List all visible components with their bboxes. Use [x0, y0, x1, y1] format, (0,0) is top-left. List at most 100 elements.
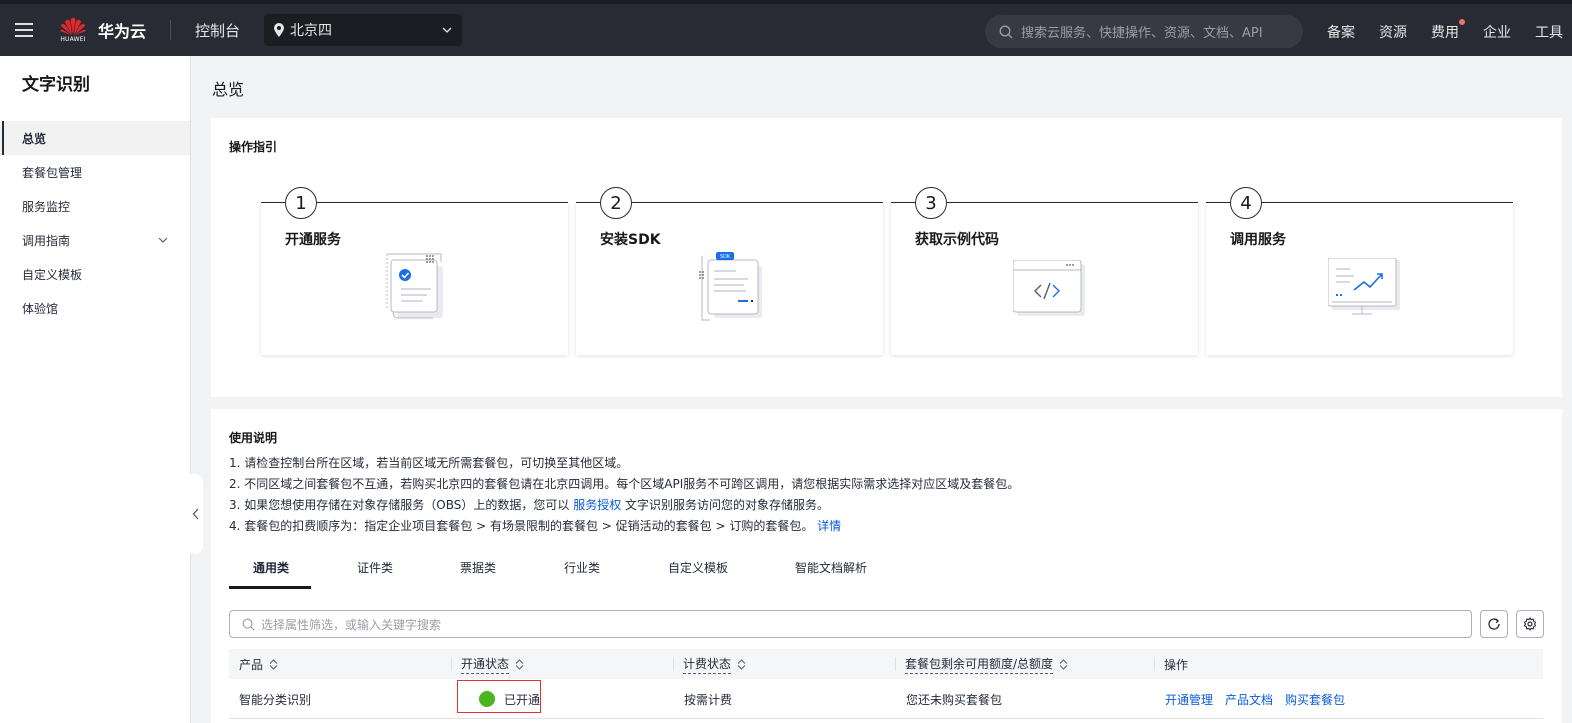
column-divider	[673, 657, 674, 671]
product-docs-link[interactable]: 产品文档	[1225, 691, 1273, 708]
step-number: 1	[285, 187, 317, 219]
location-pin-icon	[274, 23, 285, 37]
sdk-document-icon: SDK	[699, 252, 762, 321]
details-link[interactable]: 详情	[817, 519, 841, 533]
step-title: 开通服务	[285, 232, 341, 248]
sidebar-item-monitoring[interactable]: 服务监控	[0, 189, 190, 223]
global-search-input[interactable]: 搜索云服务、快捷操作、资源、文档、API	[985, 15, 1303, 48]
region-selector[interactable]: 北京四	[264, 14, 463, 46]
column-label: 产品	[239, 657, 264, 672]
buy-package-link[interactable]: 购买套餐包	[1285, 691, 1345, 708]
page-title: 总览	[212, 80, 245, 99]
note-4: 4. 套餐包的扣费顺序为：指定企业项目套餐包 > 有场景限制的套餐包 > 促销活…	[229, 516, 1019, 537]
step-title: 调用服务	[1230, 232, 1286, 248]
sidebar-item-overview[interactable]: 总览	[0, 121, 190, 155]
usage-title: 使用说明	[229, 431, 278, 445]
column-header-billing[interactable]: 计费状态	[673, 649, 746, 679]
column-header-product[interactable]: 产品	[229, 649, 278, 679]
tab-industry[interactable]: 行业类	[564, 559, 600, 589]
cell-operations: 开通管理 产品文档 购买套餐包	[1155, 679, 1357, 719]
column-header-operations: 操作	[1154, 649, 1188, 679]
sort-icon	[515, 658, 524, 670]
console-link[interactable]: 控制台	[195, 20, 240, 41]
top-nav: 备案 资源 费用 企业 工具	[1327, 4, 1572, 60]
step-number: 3	[915, 187, 947, 219]
service-authorization-link[interactable]: 服务授权	[573, 498, 621, 512]
document-check-icon	[386, 253, 443, 319]
step-card-1[interactable]: 1 开通服务	[261, 187, 568, 355]
nav-enterprise[interactable]: 企业	[1483, 22, 1511, 42]
filter-search-input[interactable]: 选择属性筛选，或输入关键字搜索	[229, 610, 1472, 638]
tab-certificates[interactable]: 证件类	[357, 559, 393, 589]
refresh-button[interactable]	[1480, 610, 1508, 638]
nav-resources[interactable]: 资源	[1379, 22, 1407, 42]
sort-icon	[269, 658, 278, 670]
column-header-status[interactable]: 开通状态	[451, 649, 524, 679]
table-header: 产品 开通状态 计费状态 套餐包剩余可用额度/总额度 操作	[229, 649, 1543, 679]
sidebar: 文字识别 总览 套餐包管理 服务监控 调用指南 自定义模板 体验馆	[0, 56, 191, 723]
filter-placeholder: 选择属性筛选，或输入关键字搜索	[261, 617, 442, 632]
sidebar-item-packages[interactable]: 套餐包管理	[0, 155, 190, 189]
note-3-text: 3. 如果您想使用存储在对象存储服务（OBS）上的数据，您可以	[229, 498, 570, 512]
step-card-4[interactable]: 4 调用服务	[1206, 187, 1513, 355]
note-4-text: 4. 套餐包的扣费顺序为：指定企业项目套餐包 > 有场景限制的套餐包 > 促销活…	[229, 519, 814, 533]
notification-dot	[1459, 19, 1465, 25]
operation-guide-card: 操作指引 1 开通服务 2 安装SDK SDK 3 获取示例代码 4 调用服务	[211, 118, 1562, 397]
huawei-logo[interactable]: HUAWEI 华为云	[58, 17, 146, 43]
table-row: 智能分类识别 已开通 按需计费 您还未购买套餐包 开通管理 产品文档 购买套餐包	[229, 679, 1543, 719]
search-icon	[999, 25, 1013, 38]
cell-quota: 您还未购买套餐包	[906, 692, 1003, 707]
sidebar-item-experience[interactable]: 体验馆	[0, 291, 190, 325]
usage-card: 使用说明 1. 请检查控制台所在区域，若当前区域无所需套餐包，可切换至其他区域。…	[211, 409, 1562, 723]
sidebar-item-label: 调用指南	[22, 233, 71, 248]
nav-billing-label: 费用	[1431, 25, 1459, 41]
column-divider	[1154, 657, 1155, 671]
refresh-icon	[1488, 618, 1500, 630]
status-dot-icon	[479, 691, 495, 707]
tab-document-parsing[interactable]: 智能文档解析	[795, 559, 867, 589]
column-divider	[895, 657, 896, 671]
nav-tools[interactable]: 工具	[1535, 22, 1563, 42]
column-divider	[451, 657, 452, 671]
guide-title: 操作指引	[229, 140, 278, 154]
nav-billing[interactable]: 费用	[1431, 19, 1465, 42]
sidebar-collapse-button[interactable]	[189, 474, 203, 554]
chevron-down-icon	[158, 237, 168, 243]
search-placeholder: 搜索云服务、快捷操作、资源、文档、API	[1021, 26, 1263, 41]
sidebar-item-guide[interactable]: 调用指南	[0, 223, 190, 257]
step-card-3[interactable]: 3 获取示例代码	[891, 187, 1198, 355]
cell-product: 智能分类识别	[239, 692, 312, 707]
step-number: 2	[600, 187, 632, 219]
brand-name: 华为云	[98, 22, 147, 41]
nav-filing[interactable]: 备案	[1327, 22, 1355, 42]
sdk-badge: SDK	[720, 254, 731, 260]
step-number: 4	[1230, 187, 1262, 219]
settings-button[interactable]	[1516, 610, 1544, 638]
tab-receipts[interactable]: 票据类	[460, 559, 496, 589]
search-icon	[242, 618, 255, 630]
region-label: 北京四	[290, 23, 333, 39]
note-3: 3. 如果您想使用存储在对象存储服务（OBS）上的数据，您可以 服务授权 文字识…	[229, 495, 1019, 516]
step-title: 获取示例代码	[915, 232, 999, 248]
menu-icon[interactable]	[0, 4, 48, 56]
tab-custom-template[interactable]: 自定义模板	[668, 559, 728, 589]
tab-general[interactable]: 通用类	[228, 559, 312, 589]
column-label: 操作	[1164, 657, 1189, 672]
column-header-quota[interactable]: 套餐包剩余可用额度/总额度	[895, 649, 1068, 679]
step-card-2[interactable]: 2 安装SDK SDK	[576, 187, 883, 355]
monitor-chart-icon	[1328, 258, 1400, 315]
huawei-flower-icon: HUAWEI	[58, 17, 88, 43]
column-label: 开通状态	[461, 655, 510, 674]
sidebar-item-custom-template[interactable]: 自定义模板	[0, 257, 190, 291]
code-window-icon	[1013, 260, 1085, 316]
sidebar-title: 文字识别	[22, 75, 90, 95]
chevron-left-icon	[192, 508, 199, 520]
activation-management-link[interactable]: 开通管理	[1165, 691, 1213, 708]
cell-billing: 按需计费	[684, 692, 733, 707]
usage-notes: 1. 请检查控制台所在区域，若当前区域无所需套餐包，可切换至其他区域。 2. 不…	[229, 453, 1019, 537]
huawei-logo-text: HUAWEI	[60, 36, 86, 43]
status-label: 已开通	[504, 692, 541, 707]
sort-icon	[1059, 658, 1068, 670]
column-label: 套餐包剩余可用额度/总额度	[905, 655, 1054, 674]
top-bar: HUAWEI 华为云 控制台 北京四 搜索云服务、快捷操作、资源、文档、API …	[0, 0, 1572, 56]
